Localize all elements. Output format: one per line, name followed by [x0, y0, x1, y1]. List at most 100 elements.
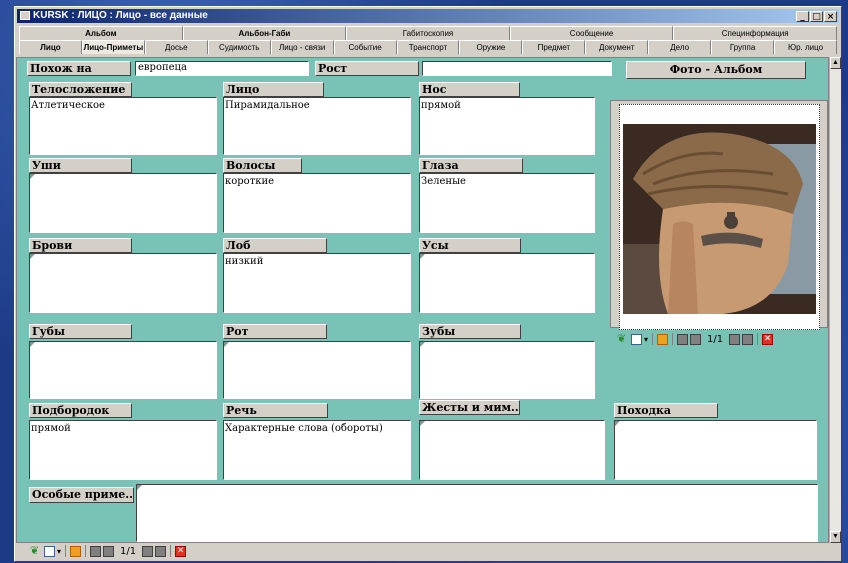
tab-litso-primety[interactable]: Лицо-Приметы	[81, 40, 145, 54]
nos-field[interactable]: прямой	[419, 97, 595, 155]
tab-row-top: Альбом Альбон-Габи Габитоскопия Сообщени…	[19, 26, 837, 40]
bottom-record-counter: 1/1	[120, 545, 137, 557]
label-zuby: Зубы	[419, 324, 521, 339]
label-rot: Рот	[223, 324, 327, 339]
litso-field[interactable]: Пирамидальное	[223, 97, 411, 155]
scroll-up-arrow-icon[interactable]: ▲	[830, 57, 841, 69]
zuby-field[interactable]	[419, 341, 595, 399]
label-rech: Речь	[223, 403, 328, 418]
tab-gruppa[interactable]: Группа	[711, 40, 775, 54]
delete-record-icon[interactable]: ✕	[762, 333, 774, 345]
photo-nav-bar: ❦ ▾ 1/1 ✕	[617, 331, 774, 347]
tab-sudimost[interactable]: Судимость	[207, 40, 271, 54]
last-record-icon[interactable]	[742, 333, 754, 345]
primety-form: Похож на европеца Рост Фото - Альбом Тел…	[16, 57, 829, 543]
next-record-icon[interactable]	[142, 545, 154, 557]
document-icon[interactable]	[44, 545, 55, 557]
leaf-icon[interactable]: ❦	[30, 545, 42, 557]
app-icon	[20, 11, 30, 20]
scroll-down-arrow-icon[interactable]: ▼	[830, 531, 841, 543]
vertical-scrollbar[interactable]: ▲ ▼	[829, 57, 841, 543]
label-zhesty: Жесты и мим...	[419, 400, 520, 415]
pokhodka-field[interactable]	[614, 420, 817, 480]
tab-album[interactable]: Альбом	[19, 26, 183, 40]
label-nos: Нос	[419, 82, 520, 97]
close-window-button[interactable]: ×	[824, 11, 837, 22]
rech-field[interactable]: Характерные слова (обороты)	[223, 420, 411, 480]
rost-field[interactable]	[422, 61, 612, 76]
label-osobye-primety: Особые приме...	[29, 487, 134, 503]
chevron-down-icon[interactable]: ▾	[644, 335, 648, 344]
label-volosy: Волосы	[223, 158, 302, 173]
label-rost: Рост	[315, 61, 419, 76]
first-record-icon[interactable]	[677, 333, 689, 345]
document-icon[interactable]	[631, 333, 642, 345]
add-record-icon[interactable]	[70, 545, 82, 557]
leaf-icon[interactable]: ❦	[617, 333, 629, 345]
label-teloslozhenie: Телосложение	[29, 82, 132, 97]
tab-oruzhie[interactable]: Оружие	[459, 40, 523, 54]
teloslozhenie-field[interactable]: Атлетическое	[29, 97, 217, 155]
last-record-icon[interactable]	[155, 545, 167, 557]
tab-dosie[interactable]: Досье	[144, 40, 208, 54]
guby-field[interactable]	[29, 341, 217, 399]
tab-gabitoskopia[interactable]: Габитоскопия	[346, 26, 510, 40]
separator	[672, 333, 674, 345]
label-brovi: Брови	[29, 238, 132, 253]
label-lob: Лоб	[223, 238, 327, 253]
tab-yur-litso[interactable]: Юр. лицо	[774, 40, 837, 54]
chevron-down-icon[interactable]: ▾	[57, 547, 61, 556]
osobye-primety-field[interactable]	[136, 484, 818, 542]
separator	[757, 333, 759, 345]
delete-record-icon[interactable]: ✕	[175, 545, 187, 557]
glaza-field[interactable]: Зеленые	[419, 173, 595, 233]
tab-row-bottom: Лицо Лицо-Приметы Досье Судимость Лицо -…	[19, 40, 837, 54]
label-usy: Усы	[419, 238, 521, 253]
bottom-nav-bar: ❦ ▾ 1/1 ✕	[30, 543, 187, 559]
separator	[652, 333, 654, 345]
label-glaza: Глаза	[419, 158, 523, 173]
podborodok-field[interactable]: прямой	[29, 420, 217, 480]
add-record-icon[interactable]	[657, 333, 669, 345]
label-guby: Губы	[29, 324, 132, 339]
foto-album-button[interactable]: Фото - Альбом	[626, 61, 806, 79]
photo-panel	[610, 100, 828, 330]
tab-transport[interactable]: Транспорт	[396, 40, 460, 54]
tab-sobytie[interactable]: Событие	[333, 40, 397, 54]
prev-record-icon[interactable]	[690, 333, 702, 345]
separator	[85, 545, 87, 557]
tab-litso-svyazi[interactable]: Лицо - связи	[270, 40, 334, 54]
prev-record-icon[interactable]	[103, 545, 115, 557]
ushi-field[interactable]	[29, 173, 217, 233]
label-pohozh-na: Похож на	[27, 61, 131, 76]
usy-field[interactable]	[419, 253, 595, 313]
tab-predmet[interactable]: Предмет	[522, 40, 586, 54]
title-bar: KURSK : ЛИЦО : Лицо - все данные _ □ ×	[17, 9, 839, 23]
photo-frame	[619, 104, 820, 330]
maximize-button[interactable]: □	[810, 11, 823, 22]
tattoo-photo	[623, 124, 816, 314]
separator	[65, 545, 67, 557]
rot-field[interactable]	[223, 341, 411, 399]
label-podborodok: Подбородок	[29, 403, 132, 418]
tab-soobshchenie[interactable]: Сообщение	[509, 26, 674, 40]
tab-album-gabi[interactable]: Альбон-Габи	[182, 26, 347, 40]
minimize-button[interactable]: _	[796, 11, 809, 22]
zhesty-field[interactable]	[419, 420, 605, 480]
tab-specinformacia[interactable]: Специнформация	[673, 26, 837, 40]
tab-delo[interactable]: Дело	[648, 40, 712, 54]
separator	[170, 545, 172, 557]
volosy-field[interactable]: короткие	[223, 173, 411, 233]
window-title: KURSK : ЛИЦО : Лицо - все данные	[33, 10, 208, 21]
label-pokhodka: Походка	[614, 403, 718, 418]
tab-litso[interactable]: Лицо	[19, 40, 82, 54]
photo-record-counter: 1/1	[707, 333, 724, 345]
label-litso: Лицо	[223, 82, 324, 97]
first-record-icon[interactable]	[90, 545, 102, 557]
lob-field[interactable]: низкий	[223, 253, 411, 313]
brovi-field[interactable]	[29, 253, 217, 313]
pohozh-na-field[interactable]: европеца	[135, 61, 309, 76]
next-record-icon[interactable]	[729, 333, 741, 345]
tab-dokument[interactable]: Документ	[585, 40, 649, 54]
label-ushi: Уши	[29, 158, 132, 173]
